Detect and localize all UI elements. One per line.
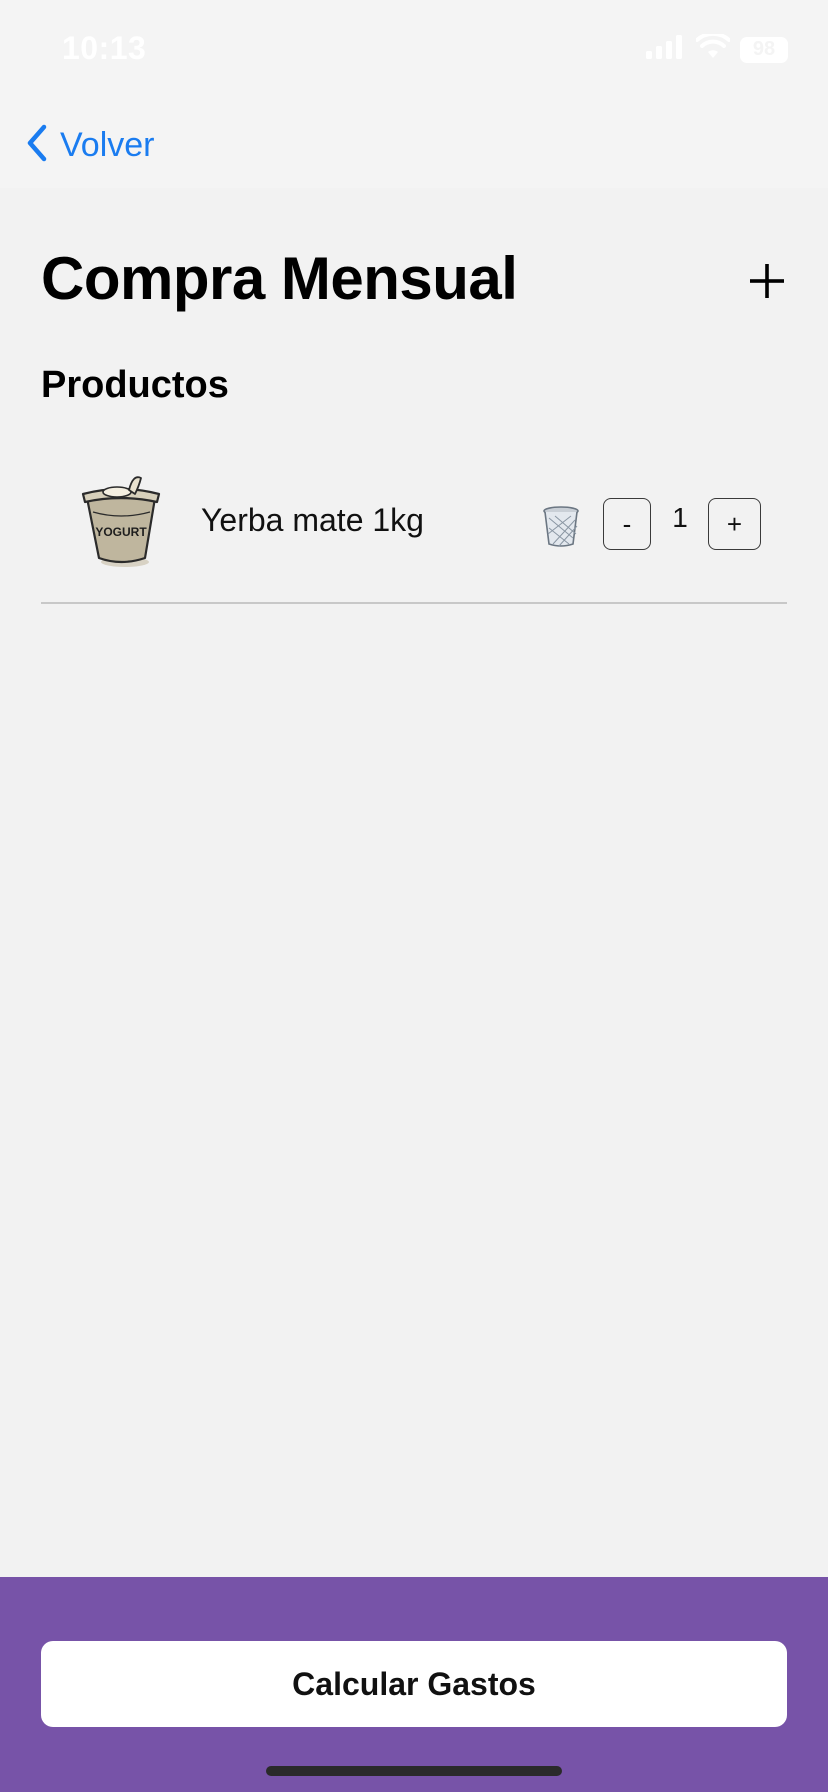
add-product-button[interactable] — [740, 256, 794, 310]
screen: 10:13 98 Volver Compra Mensual Productos… — [0, 0, 828, 1792]
home-indicator — [266, 1766, 562, 1776]
section-title: Productos — [41, 364, 229, 406]
quantity-value: 1 — [672, 502, 688, 533]
yogurt-label: YOGURT — [95, 525, 147, 539]
status-time: 10:13 — [62, 30, 147, 66]
back-label: Volver — [60, 125, 155, 164]
delete-product-button[interactable] — [541, 504, 581, 548]
status-bar: 10:13 98 — [0, 0, 828, 100]
product-name: Yerba mate 1kg — [201, 502, 424, 538]
footer-bar: Calcular Gastos — [0, 1577, 828, 1792]
yogurt-icon: YOGURT — [79, 472, 163, 570]
page-title: Compra Mensual — [41, 245, 518, 312]
signal-icon — [646, 35, 686, 64]
decrement-button[interactable]: - — [603, 498, 651, 550]
status-icons: 98 — [646, 31, 788, 65]
back-button[interactable]: Volver — [24, 120, 155, 170]
battery-level: 98 — [752, 38, 776, 60]
battery-icon: 98 — [740, 36, 788, 63]
calculate-expenses-button[interactable]: Calcular Gastos — [41, 1641, 787, 1727]
list-item: YOGURT Yerba mate 1kg - 1 + — [41, 460, 787, 604]
trash-icon — [541, 506, 581, 552]
plus-icon — [750, 263, 784, 303]
nav-bar: Volver — [0, 100, 828, 188]
chevron-left-icon — [24, 123, 50, 168]
increment-button[interactable]: + — [708, 498, 761, 550]
wifi-icon — [695, 31, 731, 65]
